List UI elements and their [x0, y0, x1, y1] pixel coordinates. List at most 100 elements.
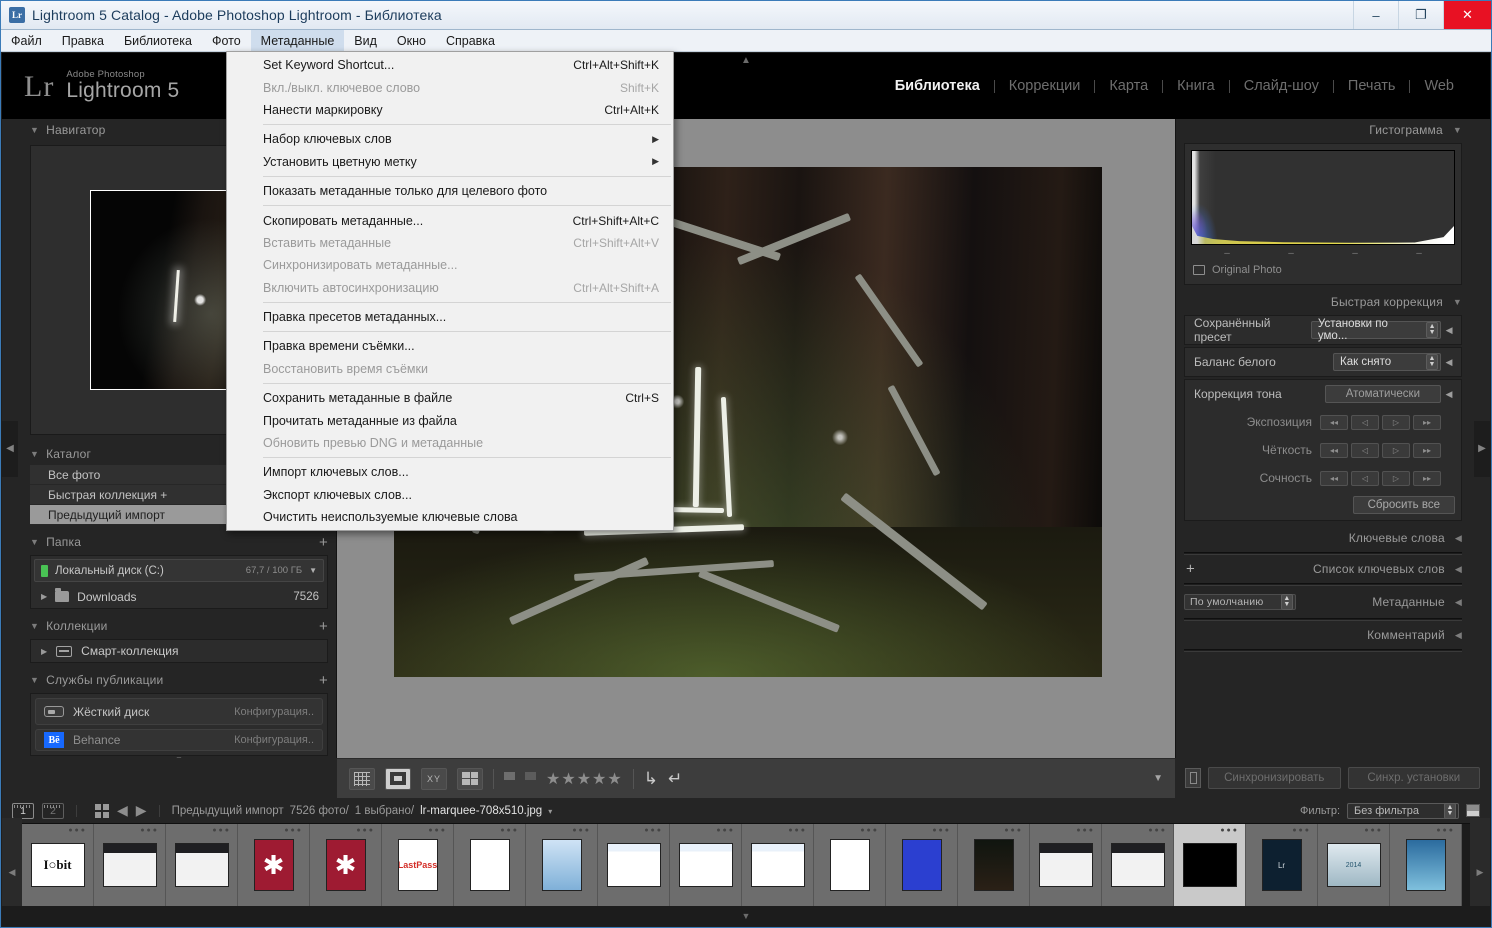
filmstrip-thumbnail[interactable]: ●●● ✱: [238, 824, 310, 906]
identity-plate[interactable]: Lr Adobe Photoshop Lightroom 5: [24, 70, 179, 102]
reset-all-button[interactable]: Сбросить все: [1352, 496, 1455, 514]
close-button[interactable]: ✕: [1443, 1, 1491, 29]
exposure-increase-small[interactable]: ▷: [1382, 414, 1410, 430]
histogram-header[interactable]: Гистограмма ▼: [1176, 119, 1470, 141]
vibrance-increase-large[interactable]: ▸▸: [1413, 470, 1441, 486]
rating-stars[interactable]: ★★★★★: [546, 769, 623, 789]
vibrance-decrease-large[interactable]: ◂◂: [1320, 470, 1348, 486]
exposure-decrease-small[interactable]: ◁: [1351, 414, 1379, 430]
clarity-decrease-large[interactable]: ◂◂: [1320, 442, 1348, 458]
metadata-dropdown-menu[interactable]: Set Keyword Shortcut... Ctrl+Alt+Shift+K В…: [226, 51, 674, 532]
module-slideshow[interactable]: Слайд-шоу: [1230, 78, 1333, 94]
filmstrip-source-path[interactable]: Предыдущий импорт 7526 фото/ 1 выбрано/ …: [172, 805, 553, 817]
filmstrip-thumbnail[interactable]: ●●●: [958, 824, 1030, 906]
loupe-view-button[interactable]: [385, 767, 411, 790]
menu-edit[interactable]: Правка: [52, 30, 114, 51]
clarity-decrease-small[interactable]: ◁: [1351, 442, 1379, 458]
flag-reject-icon[interactable]: [525, 772, 536, 785]
module-book[interactable]: Книга: [1163, 78, 1229, 94]
menu-item-set-keyword-shortcut[interactable]: Set Keyword Shortcut... Ctrl+Alt+Shift+K: [227, 54, 673, 76]
menu-item-правка-времени-съёмки[interactable]: Правка времени съёмки...: [227, 335, 673, 357]
menu-item-прочитать-метаданные-из-файла[interactable]: Прочитать метаданные из файла: [227, 409, 673, 431]
filmstrip-thumbnail[interactable]: ●●● 2014: [1318, 824, 1390, 906]
exposure-increase-large[interactable]: ▸▸: [1413, 414, 1441, 430]
menu-photo[interactable]: Фото: [202, 30, 251, 51]
publish-item-hard-drive[interactable]: Жёсткий диск Конфигурация..: [35, 698, 323, 725]
spinner-icon[interactable]: ▲ ▼: [1426, 354, 1438, 370]
collapse-caret-icon[interactable]: ◀: [1441, 325, 1457, 336]
sync-toggle-icon[interactable]: [1185, 768, 1201, 788]
module-develop[interactable]: Коррекции: [995, 78, 1095, 94]
filmstrip-thumbnail[interactable]: ●●●: [670, 824, 742, 906]
collections-header[interactable]: ▼ Коллекции +: [22, 615, 336, 637]
chevron-right-icon[interactable]: ▶: [41, 647, 47, 656]
collection-item-smart[interactable]: ▶ Смарт-коллекция: [30, 639, 328, 663]
chevron-down-icon[interactable]: ▾: [548, 807, 552, 816]
histogram-plot[interactable]: [1191, 150, 1455, 245]
screen-2-button[interactable]: 2: [42, 802, 64, 819]
original-photo-row[interactable]: Original Photo: [1191, 261, 1455, 278]
menu-metadata[interactable]: Метаданные: [250, 30, 345, 51]
vibrance-decrease-small[interactable]: ◁: [1351, 470, 1379, 486]
module-library[interactable]: Библиотека: [881, 78, 994, 94]
exposure-decrease-large[interactable]: ◂◂: [1320, 414, 1348, 430]
module-map[interactable]: Карта: [1095, 78, 1162, 94]
menu-item-скопировать-метаданные[interactable]: Скопировать метаданные... Ctrl+Shift+Alt+…: [227, 209, 673, 231]
flag-pick-icon[interactable]: [504, 772, 515, 785]
grid-view-button[interactable]: [349, 767, 375, 790]
filmstrip-thumbnail[interactable]: ●●●: [94, 824, 166, 906]
filmstrip-thumbnail[interactable]: ●●●: [598, 824, 670, 906]
menu-item-экспорт-ключевых-слов[interactable]: Экспорт ключевых слов...: [227, 484, 673, 506]
filmstrip-thumbnail[interactable]: ●●●: [526, 824, 598, 906]
metadata-header[interactable]: По умолчанию ▲ ▼ Метаданные ◀: [1176, 589, 1470, 615]
menu-item-установить-цветную-метку[interactable]: Установить цветную метку ▶: [227, 151, 673, 173]
rotate-right-icon[interactable]: ↵: [668, 769, 682, 789]
keyword-list-header[interactable]: + Список ключевых слов ◀: [1176, 558, 1470, 580]
sync-button[interactable]: Синхронизировать: [1208, 767, 1341, 789]
clarity-increase-large[interactable]: ▸▸: [1413, 442, 1441, 458]
filmstrip-thumbnail[interactable]: ●●●: [814, 824, 886, 906]
top-panel-toggle[interactable]: ▲: [732, 55, 760, 66]
screen-1-button[interactable]: 1: [12, 802, 34, 819]
metadata-preset-select[interactable]: По умолчанию ▲ ▼: [1184, 594, 1296, 610]
chevron-down-icon[interactable]: ▼: [309, 566, 317, 575]
publish-configure-link[interactable]: Конфигурация..: [234, 706, 314, 718]
filmstrip-thumbnail[interactable]: ●●●: [1030, 824, 1102, 906]
publish-item-behance[interactable]: Bē Behance Конфигурация..: [35, 729, 323, 751]
publish-services-header[interactable]: ▼ Службы публикации +: [22, 669, 336, 691]
menu-item-показать-метаданные-только-для-целевого-фото[interactable]: Показать метаданные только для целевого …: [227, 180, 673, 202]
menu-library[interactable]: Библиотека: [114, 30, 202, 51]
menu-help[interactable]: Справка: [436, 30, 505, 51]
menu-item-сохранить-метаданные-в-файле[interactable]: Сохранить метаданные в файле Ctrl+S: [227, 387, 673, 409]
keywording-header[interactable]: Ключевые слова ◀: [1176, 527, 1470, 549]
filmstrip-thumbnail[interactable]: ●●●: [742, 824, 814, 906]
add-folder-icon[interactable]: +: [319, 535, 328, 550]
filmstrip-thumbnail[interactable]: ●●● Lr: [1246, 824, 1318, 906]
menu-file[interactable]: Файл: [1, 30, 52, 51]
add-keyword-icon[interactable]: +: [1186, 561, 1195, 578]
vibrance-increase-small[interactable]: ▷: [1382, 470, 1410, 486]
folder-item-downloads[interactable]: ▶ Downloads 7526: [31, 585, 327, 608]
menu-item-правка-пресетов-метаданных[interactable]: Правка пресетов метаданных...: [227, 306, 673, 328]
filmstrip-thumbnail[interactable]: ●●●: [454, 824, 526, 906]
chevron-right-icon[interactable]: ▶: [41, 592, 47, 601]
menu-item-нанести-маркировку[interactable]: Нанести маркировку Ctrl+Alt+K: [227, 99, 673, 121]
filmstrip-thumbnail[interactable]: ●●● I○bit: [22, 824, 94, 906]
collapse-caret-icon[interactable]: ◀: [1441, 357, 1457, 368]
publish-configure-link[interactable]: Конфигурация..: [234, 734, 314, 746]
spinner-icon[interactable]: ▲ ▼: [1426, 322, 1439, 338]
white-balance-select[interactable]: Как снято ▲ ▼: [1333, 353, 1441, 371]
module-web[interactable]: Web: [1410, 78, 1468, 94]
filmstrip-thumbnail[interactable]: ●●●: [1390, 824, 1462, 906]
nav-forward-icon[interactable]: ▶: [136, 802, 147, 819]
filmstrip-thumbnail[interactable]: ●●●: [1102, 824, 1174, 906]
grid-view-icon[interactable]: [95, 803, 109, 818]
filter-swatch-icon[interactable]: [1466, 804, 1480, 817]
add-publish-service-icon[interactable]: +: [319, 673, 328, 688]
rotate-left-icon[interactable]: ↳: [644, 769, 658, 789]
sync-settings-button[interactable]: Синхр. установки: [1347, 767, 1480, 789]
collapse-caret-icon[interactable]: ◀: [1441, 389, 1457, 400]
filmstrip-thumbnail[interactable]: ●●●: [886, 824, 958, 906]
filmstrip-thumbnail[interactable]: ●●● LastPass: [382, 824, 454, 906]
left-panel-collapse-handle[interactable]: ◀: [2, 420, 18, 477]
